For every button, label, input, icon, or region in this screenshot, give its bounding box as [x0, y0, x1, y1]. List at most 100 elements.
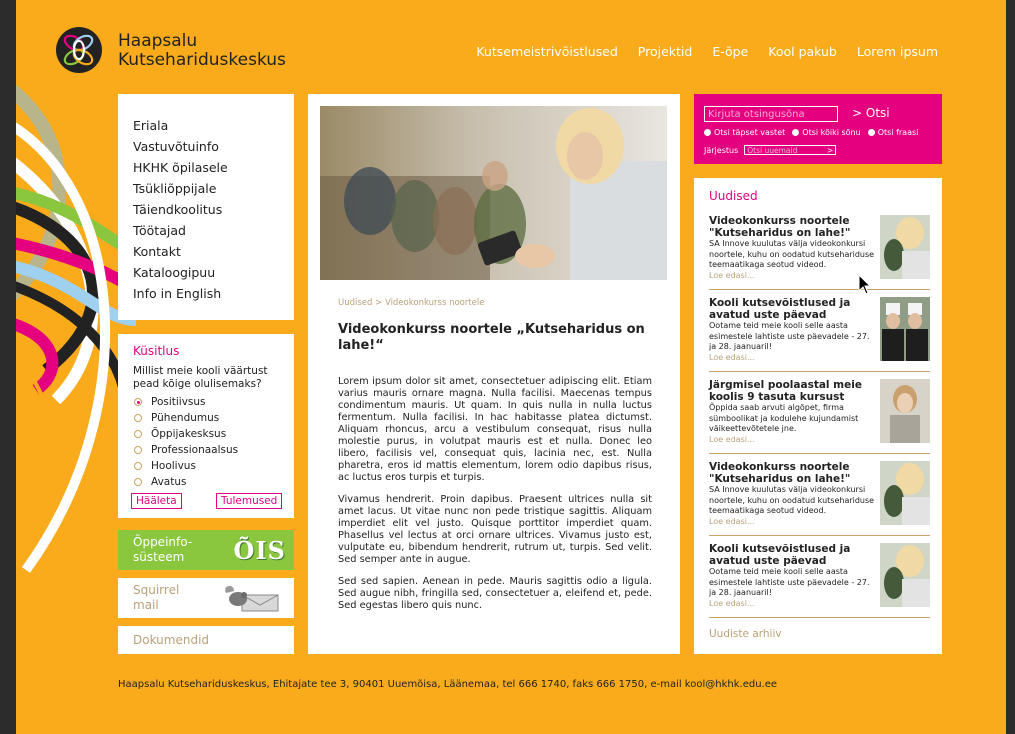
- radio-icon[interactable]: [134, 414, 142, 422]
- news-thumbnail: [880, 543, 930, 607]
- news-item-text: SA Innove kuulutas välja videokonkursi n…: [709, 485, 875, 515]
- news-item[interactable]: Järgmisel poolaastal meie koolis 9 tasut…: [709, 379, 930, 454]
- search-box: Kirjuta otsingusõna > Otsi Otsi täpset v…: [694, 94, 942, 164]
- page: Haapsalu Kutsehariduskeskus Kutsemeistri…: [16, 0, 1006, 734]
- news-item-title[interactable]: Videokonkurss noortele "Kutseharidus on …: [709, 461, 877, 485]
- news-thumbnail: [880, 215, 930, 279]
- poll-option[interactable]: Professionaalsus: [134, 442, 238, 458]
- sidebar-item-kataloogipuu[interactable]: Kataloogipuu: [133, 262, 294, 283]
- sidebar-item-vastuvotuinfo[interactable]: Vastuvõtuinfo: [133, 136, 294, 157]
- poll-option[interactable]: Hoolivus: [134, 458, 238, 474]
- news-panel: Uudised Videokonkurss noortele "Kutsehar…: [694, 178, 942, 654]
- search-input[interactable]: Kirjuta otsingusõna: [704, 106, 838, 122]
- sort-select[interactable]: Otsi uuemaid >: [744, 145, 837, 155]
- search-options: Otsi täpset vastet Otsi kõiki sõnu Otsi …: [704, 128, 918, 137]
- poll-option[interactable]: Avatus: [134, 474, 238, 490]
- poll-options: Positiivsus Pühendumus Õppijakesksus Pro…: [134, 394, 238, 490]
- article-paragraph: Sed sed sapien. Aenean in pede. Mauris s…: [338, 576, 652, 611]
- topnav-kutsemeistrivoistlused[interactable]: Kutsemeistrivõistlused: [476, 44, 617, 59]
- news-item-text: Ootame teid meie kooli selle aasta esime…: [709, 567, 870, 597]
- news-thumbnail: [880, 461, 930, 525]
- radio-selected-icon[interactable]: [134, 398, 142, 406]
- search-option-label: Otsi fraasi: [877, 128, 919, 137]
- news-item[interactable]: Kooli kutsevõistlused ja avatud uste päe…: [709, 543, 930, 618]
- radio-icon[interactable]: [134, 430, 142, 438]
- footer-contact: Haapsalu Kutsehariduskeskus, Ehitajate t…: [118, 679, 778, 690]
- sidebar-item-tsukliopijale[interactable]: Tsükliõppijale: [133, 178, 294, 199]
- sidebar-item-info-in-english[interactable]: Info in English: [133, 283, 294, 304]
- news-item-title[interactable]: Videokonkurss noortele "Kutseharidus on …: [709, 215, 877, 239]
- poll-option[interactable]: Pühendumus: [134, 410, 238, 426]
- search-button[interactable]: > Otsi: [852, 106, 890, 120]
- radio-icon[interactable]: [134, 446, 142, 454]
- news-item-title[interactable]: Järgmisel poolaastal meie koolis 9 tasut…: [709, 379, 877, 403]
- radio-icon[interactable]: [134, 462, 142, 470]
- chevron-right-icon: >: [826, 146, 834, 155]
- news-item-text: SA Innove kuulutas välja videokonkursi n…: [709, 239, 875, 269]
- brand-name[interactable]: Haapsalu Kutsehariduskeskus: [118, 32, 286, 70]
- news-item-text: Õppida saab arvuti algõpet, firma sümboo…: [709, 403, 859, 433]
- radio-selected-icon[interactable]: [704, 129, 711, 136]
- news-title: Uudised: [709, 189, 758, 203]
- page-title: Videokonkurss noortele „Kutseharidus on …: [338, 322, 645, 353]
- article-body: Lorem ipsum dolor sit amet, consectetuer…: [338, 376, 652, 622]
- school-logo[interactable]: [56, 24, 102, 76]
- poll-option-label: Avatus: [151, 476, 187, 488]
- documents-link[interactable]: Dokumendid: [118, 626, 294, 654]
- search-option-label: Otsi kõiki sõnu: [802, 128, 861, 137]
- article-panel: Uudised > Videokonkurss noortele Videoko…: [308, 94, 680, 654]
- poll-option-label: Pühendumus: [151, 412, 220, 424]
- sidebar-menu: Eriala Vastuvõtuinfo HKHK õpilasele Tsük…: [118, 94, 294, 320]
- poll-option-label: Positiivsus: [151, 396, 206, 408]
- squirrel-mail-link[interactable]: Squirrel mail: [118, 578, 294, 618]
- topnav-lorem-ipsum[interactable]: Lorem ipsum: [857, 44, 938, 59]
- sort-select-value: Otsi uuemaid: [747, 146, 798, 155]
- sidebar-item-hkhk-opilasele[interactable]: HKHK õpilasele: [133, 157, 294, 178]
- poll-option-label: Õppijakesksus: [151, 428, 227, 440]
- top-navigation: Kutsemeistrivõistlused Projektid E-õpe K…: [476, 44, 938, 59]
- squirrel-mail-image: [225, 585, 279, 612]
- news-item-title[interactable]: Kooli kutsevõistlused ja avatud uste päe…: [709, 297, 877, 321]
- article-paragraph: Lorem ipsum dolor sit amet, consectetuer…: [338, 376, 652, 483]
- sidebar-item-taiendkoolitus[interactable]: Täiendkoolitus: [133, 199, 294, 220]
- ois-link[interactable]: Õppeinfo-süsteem ÕIS: [118, 530, 294, 570]
- squirrel-mail-label: Squirrel mail: [133, 583, 180, 612]
- news-item-text: Ootame teid meie kooli selle aasta esime…: [709, 321, 870, 351]
- poll-option-label: Hoolivus: [151, 460, 196, 472]
- poll-box: Küsitlus Millist meie kooli väärtust pea…: [118, 334, 294, 518]
- radio-icon[interactable]: [867, 129, 875, 136]
- news-archive-link[interactable]: Uudiste arhiiv: [709, 628, 782, 640]
- news-item[interactable]: Videokonkurss noortele "Kutseharidus on …: [709, 215, 930, 290]
- sidebar-item-eriala[interactable]: Eriala: [133, 115, 294, 136]
- brand-line-1: Haapsalu: [118, 31, 198, 51]
- news-item[interactable]: Kooli kutsevõistlused ja avatud uste päe…: [709, 297, 930, 372]
- sidebar-item-tootajad[interactable]: Töötajad: [133, 220, 294, 241]
- poll-option[interactable]: Positiivsus: [134, 394, 238, 410]
- ois-label: Õppeinfo-süsteem: [133, 535, 193, 564]
- sidebar-item-kontakt[interactable]: Kontakt: [133, 241, 294, 262]
- article-hero-image: [320, 106, 667, 280]
- search-option-label: Otsi täpset vastet: [714, 128, 786, 137]
- article-paragraph: Vivamus hendrerit. Proin dapibus. Praese…: [338, 494, 652, 565]
- breadcrumb[interactable]: Uudised > Videokonkurss noortele: [338, 298, 485, 308]
- topnav-kool-pakub[interactable]: Kool pakub: [768, 44, 837, 59]
- topnav-e-ope[interactable]: E-õpe: [712, 44, 748, 59]
- search-option[interactable]: Otsi täpset vastet: [704, 128, 785, 137]
- search-option[interactable]: Otsi kõiki sõnu: [792, 128, 861, 137]
- news-thumbnail: [880, 379, 930, 443]
- brand-line-2: Kutsehariduskeskus: [118, 50, 286, 70]
- search-option[interactable]: Otsi fraasi: [867, 128, 919, 137]
- topnav-projektid[interactable]: Projektid: [638, 44, 693, 59]
- ois-logo: ÕIS: [233, 536, 286, 565]
- poll-question: Millist meie kooli väärtust pead kõige o…: [133, 365, 268, 390]
- news-item[interactable]: Videokonkurss noortele "Kutseharidus on …: [709, 461, 930, 536]
- poll-option-label: Professionaalsus: [151, 444, 239, 456]
- documents-label: Dokumendid: [133, 633, 210, 647]
- poll-option[interactable]: Õppijakesksus: [134, 426, 238, 442]
- news-item-title[interactable]: Kooli kutsevõistlused ja avatud uste päe…: [709, 543, 877, 567]
- vote-button[interactable]: Hääleta: [131, 493, 182, 509]
- radio-icon[interactable]: [792, 129, 800, 136]
- poll-title: Küsitlus: [133, 344, 180, 358]
- results-button[interactable]: Tulemused: [216, 493, 283, 509]
- radio-icon[interactable]: [134, 478, 142, 486]
